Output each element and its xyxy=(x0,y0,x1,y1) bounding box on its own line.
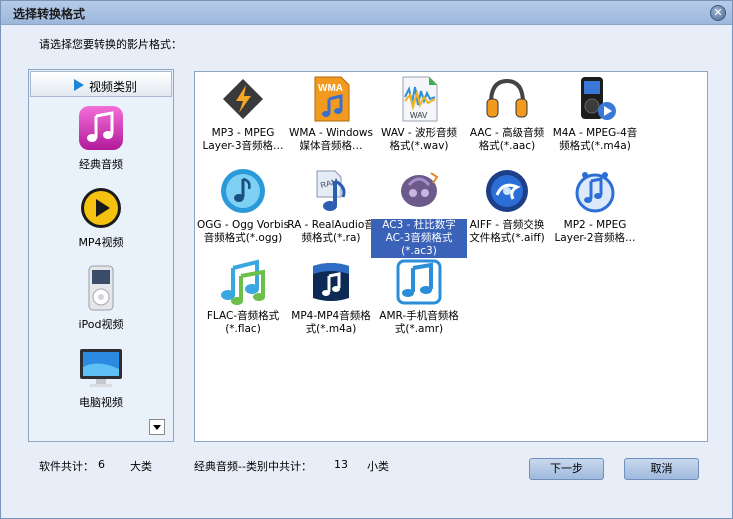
close-icon[interactable]: ✕ xyxy=(710,5,726,21)
format-label: OGG - Ogg Vorbis 音频格式(*.ogg) xyxy=(196,219,290,244)
format-label: WAV - 波形音频 格式(*.wav) xyxy=(381,127,457,152)
wma-file-icon: WMA xyxy=(314,76,350,122)
play-circle-icon xyxy=(81,188,121,228)
sidebar-item-label: MP4视频 xyxy=(78,236,124,249)
ipod-icon xyxy=(88,265,114,311)
headphones-icon xyxy=(486,78,528,118)
format-label: AIFF - 音频交换 文件格式(*.aiff) xyxy=(469,219,545,244)
monitor-icon xyxy=(80,349,122,387)
format-label: MP3 - MPEG Layer-3音频格… xyxy=(202,127,284,152)
sidebar-item-ipod-video[interactable]: iPod视频 xyxy=(29,265,173,331)
ram-note-icon: RAM xyxy=(316,170,346,211)
software-total-count: 6 xyxy=(98,458,105,471)
convert-format-dialog: 选择转换格式 ✕ 请选择您要转换的影片格式： 视频类别 经典音频 MP4视频 i… xyxy=(0,0,733,519)
format-label: WMA - Windows 媒体音频格… xyxy=(289,127,373,152)
mp3-lightning-icon xyxy=(223,79,263,119)
scroll-down-button[interactable] xyxy=(149,419,165,435)
format-label: AAC - 高级音频 格式(*.aac) xyxy=(469,127,545,152)
format-label: AC3 - 杜比数字 AC-3音频格式 (*.ac3) xyxy=(371,219,467,258)
media-player-icon xyxy=(581,77,616,120)
play-triangle-icon xyxy=(74,79,84,91)
subclass-unit: 小类 xyxy=(367,460,389,473)
ogg-disc-icon xyxy=(221,169,265,213)
format-label: MP2 - MPEG Layer-2音频格… xyxy=(554,219,636,244)
sidebar-item-label: 电脑视频 xyxy=(79,396,123,409)
svg-text:WMA: WMA xyxy=(318,83,343,94)
format-grid: MP3 - MPEG Layer-3音频格… WMA WMA - Windows… xyxy=(194,71,708,442)
format-label: RA - RealAudio音 频格式(*.ra) xyxy=(287,219,375,244)
mp4-audio-icon xyxy=(313,263,349,301)
music-note-app-icon xyxy=(79,106,123,150)
aiff-disc-icon xyxy=(486,170,528,212)
format-label: FLAC-音频格式 (*.flac) xyxy=(206,310,280,335)
wav-file-icon: WAV xyxy=(402,76,438,122)
amr-note-icon xyxy=(396,259,442,305)
instruction-text: 请选择您要转换的影片格式： xyxy=(39,38,182,51)
format-label: MP4-MP4音频格 式(*.m4a) xyxy=(291,310,371,335)
flac-notes-icon xyxy=(221,259,265,305)
sidebar-item-label: 经典音频 xyxy=(79,158,123,171)
category-panel: 视频类别 经典音频 MP4视频 iPod视频 电脑视频 xyxy=(28,69,174,442)
sidebar-item-label: iPod视频 xyxy=(78,318,124,331)
software-total-label: 软件共计： xyxy=(39,460,94,473)
category-total-label: 经典音频--类别中共计： xyxy=(194,460,312,473)
next-button[interactable]: 下一步 xyxy=(529,458,604,480)
sidebar-item-pc-video[interactable]: 电脑视频 xyxy=(29,347,173,409)
category-unit: 大类 xyxy=(130,460,152,473)
title-bar[interactable]: 选择转换格式 ✕ xyxy=(1,1,732,25)
window-title: 选择转换格式 xyxy=(13,7,86,21)
video-category-label: 视频类别 xyxy=(89,80,138,94)
sidebar-item-classic-audio[interactable]: 经典音频 xyxy=(29,104,173,171)
format-label: M4A - MPEG-4音 频格式(*.m4a) xyxy=(552,127,638,152)
category-total-count: 13 xyxy=(334,458,348,471)
mp2-note-icon xyxy=(575,172,615,213)
sidebar-item-mp4-video[interactable]: MP4视频 xyxy=(29,186,173,249)
cancel-button[interactable]: 取消 xyxy=(624,458,699,480)
format-label: AMR-手机音频格 式(*.amr) xyxy=(379,310,459,335)
ac3-icon xyxy=(401,172,439,207)
video-category-header[interactable]: 视频类别 xyxy=(30,71,172,97)
svg-text:WAV: WAV xyxy=(410,111,428,120)
